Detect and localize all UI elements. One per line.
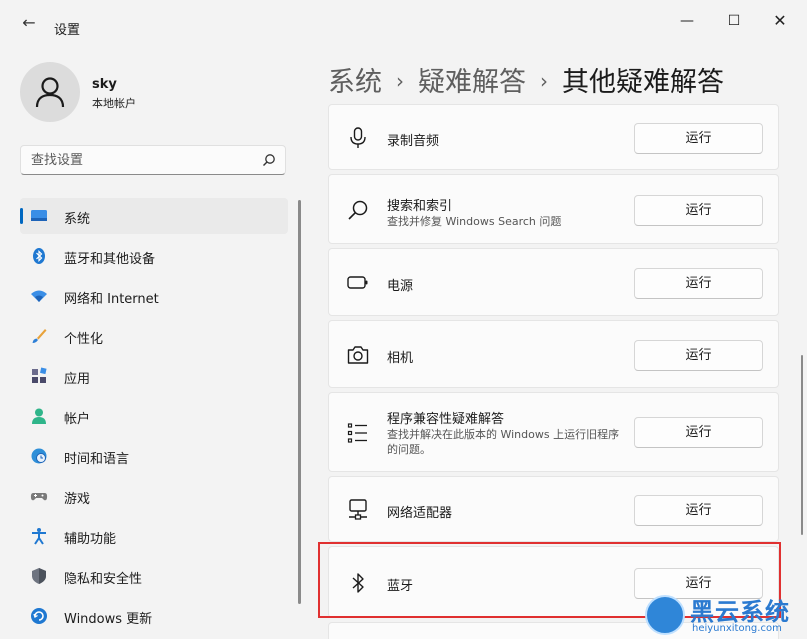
search-input[interactable]	[31, 151, 251, 169]
breadcrumb: 系统 › 疑难解答 › 其他疑难解答	[328, 60, 724, 99]
run-button[interactable]: 运行	[634, 268, 763, 299]
sidebar-item-apps[interactable]: 应用	[20, 358, 288, 394]
wifi-icon	[31, 290, 47, 302]
avatar[interactable]	[20, 62, 80, 122]
sidebar-item-label: 系统	[64, 212, 91, 227]
troubleshooter-description: 查找并解决在此版本的 Windows 上运行旧程序的问题。	[387, 428, 620, 456]
sidebar-item-label: 辅助功能	[64, 532, 117, 547]
sidebar-item-label: 蓝牙和其他设备	[64, 252, 156, 267]
page-title: 其他疑难解答	[562, 67, 724, 98]
sidebar-item-accounts[interactable]: 帐户	[20, 398, 288, 434]
run-button[interactable]: 运行	[634, 340, 763, 371]
sidebar-scrollbar[interactable]	[298, 200, 301, 604]
sidebar-item-system[interactable]: 系统	[20, 198, 288, 234]
breadcrumb-troubleshoot[interactable]: 疑难解答	[418, 67, 526, 98]
troubleshooter-search-indexing: 搜索和索引 查找并修复 Windows Search 问题 运行	[328, 174, 779, 244]
sidebar-item-label: 应用	[64, 372, 91, 387]
sidebar-item-label: 网络和 Internet	[64, 292, 159, 307]
brush-icon	[32, 329, 47, 343]
search-box[interactable]	[20, 145, 286, 175]
run-button[interactable]: 运行	[634, 417, 763, 448]
list-icon	[347, 423, 367, 443]
gamepad-icon	[30, 493, 48, 501]
troubleshooter-record-audio: 录制音频 运行	[328, 104, 779, 170]
troubleshooter-title: 搜索和索引	[387, 199, 453, 214]
sidebar-item-label: 时间和语言	[64, 452, 130, 467]
bluetooth-icon	[352, 573, 364, 593]
account-type: 本地帐户	[92, 97, 136, 110]
sidebar-item-windows-update[interactable]: Windows 更新	[20, 598, 288, 634]
sidebar-item-label: 隐私和安全性	[64, 572, 143, 587]
battery-icon	[347, 276, 368, 289]
shield-icon	[32, 568, 46, 584]
troubleshooter-title: 程序兼容性疑难解答	[387, 412, 505, 427]
watermark-brand: 黑云系统	[690, 598, 790, 626]
apps-icon	[32, 367, 47, 383]
sidebar-item-gaming[interactable]: 游戏	[20, 478, 288, 514]
search-icon[interactable]	[262, 153, 276, 167]
troubleshooter-program-compatibility: 程序兼容性疑难解答 查找并解决在此版本的 Windows 上运行旧程序的问题。 …	[328, 392, 779, 472]
troubleshooter-list: 录制音频 运行 搜索和索引 查找并修复 Windows Search 问题 运行…	[328, 104, 779, 639]
sidebar-item-label: 帐户	[64, 412, 91, 427]
sidebar-item-accessibility[interactable]: 辅助功能	[20, 518, 288, 554]
content-scrollbar[interactable]	[801, 355, 803, 535]
troubleshooter-power: 电源 运行	[328, 248, 779, 316]
sidebar-item-label: Windows 更新	[64, 612, 153, 627]
sidebar-item-time-language[interactable]: 时间和语言	[20, 438, 288, 474]
close-button[interactable]: ✕	[757, 8, 803, 34]
globe-clock-icon	[31, 448, 47, 464]
bluetooth-icon	[33, 248, 45, 264]
sidebar-item-bluetooth[interactable]: 蓝牙和其他设备	[20, 238, 288, 274]
minimize-button[interactable]: —	[664, 8, 710, 34]
microphone-icon	[350, 127, 366, 148]
sidebar-item-personalization[interactable]: 个性化	[20, 318, 288, 354]
network-adapter-icon	[349, 499, 367, 520]
back-button[interactable]: ←	[14, 8, 44, 38]
account-icon	[32, 408, 46, 424]
run-button[interactable]: 运行	[634, 195, 763, 226]
search-icon	[348, 200, 368, 220]
breadcrumb-separator: ›	[540, 69, 548, 93]
person-icon	[35, 77, 65, 108]
sidebar-item-network[interactable]: 网络和 Internet	[20, 278, 288, 314]
sidebar-item-privacy[interactable]: 隐私和安全性	[20, 558, 288, 594]
maximize-button[interactable]: ☐	[711, 8, 757, 34]
troubleshooter-title: 网络适配器	[387, 506, 453, 521]
accessibility-icon	[32, 528, 46, 545]
run-button[interactable]: 运行	[634, 495, 763, 526]
camera-icon	[347, 346, 369, 364]
breadcrumb-separator: ›	[396, 69, 404, 93]
troubleshooter-title: 相机	[387, 351, 414, 366]
troubleshooter-description: 查找并修复 Windows Search 问题	[387, 215, 562, 228]
breadcrumb-system[interactable]: 系统	[328, 67, 382, 98]
troubleshooter-network-adapter: 网络适配器 运行	[328, 476, 779, 542]
troubleshooter-title: 电源	[387, 279, 414, 294]
troubleshooter-camera: 相机 运行	[328, 320, 779, 388]
update-icon	[31, 608, 47, 624]
troubleshooter-title: 蓝牙	[387, 579, 414, 594]
troubleshooter-title: 录制音频	[387, 134, 440, 149]
user-name: sky	[92, 77, 117, 92]
app-title: 设置	[54, 23, 81, 38]
sidebar-nav: 系统 蓝牙和其他设备 网络和 Internet 个性化 应用 帐户 时间和语言 …	[20, 198, 288, 638]
sidebar-item-label: 游戏	[64, 492, 91, 507]
run-button[interactable]: 运行	[634, 123, 763, 154]
title-bar: ← 设置 — ☐ ✕	[0, 0, 807, 40]
watermark-logo	[645, 595, 685, 635]
sidebar-item-label: 个性化	[64, 332, 104, 347]
watermark-url: heiyunxitong.com	[692, 623, 782, 634]
monitor-icon	[31, 210, 47, 221]
